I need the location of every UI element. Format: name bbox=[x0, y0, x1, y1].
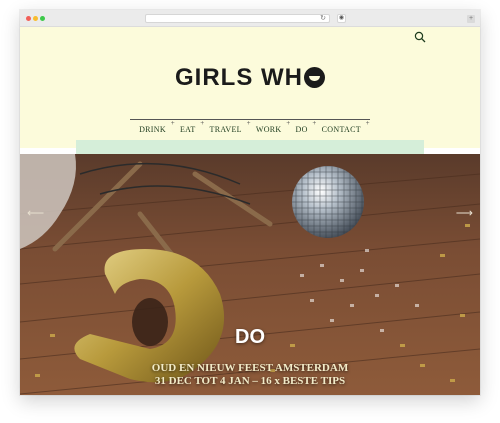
site-header: GIRLS WH DRINK + EAT + TRAVEL + WORK + DO + C… bbox=[20, 27, 480, 148]
slider-next-arrow[interactable]: ⟶ bbox=[456, 206, 473, 220]
search-icon[interactable] bbox=[414, 31, 426, 43]
browser-window: ↻ ◉ + GIRLS WH DRINK + EAT + TRAVEL + WORK +… bbox=[20, 10, 480, 395]
address-bar[interactable]: ↻ bbox=[145, 14, 330, 23]
browser-toolbar: ↻ ◉ + bbox=[20, 10, 480, 27]
main-nav: DRINK + EAT + TRAVEL + WORK + DO + CONTACT + bbox=[20, 119, 480, 134]
nav-item-contact[interactable]: CONTACT + bbox=[321, 119, 370, 134]
nav-item-label: TRAVEL bbox=[209, 125, 242, 134]
minimize-window-button[interactable] bbox=[33, 16, 38, 21]
slide-category[interactable]: DO bbox=[20, 326, 480, 349]
extension-icon[interactable]: ◉ bbox=[337, 14, 346, 23]
nav-item-drink[interactable]: DRINK + bbox=[139, 119, 175, 134]
nav-item-work[interactable]: WORK + bbox=[255, 119, 290, 134]
nav-plus-icon[interactable]: + bbox=[200, 119, 204, 127]
nav-plus-icon[interactable]: + bbox=[286, 119, 290, 127]
nav-item-do[interactable]: DO + bbox=[295, 119, 317, 134]
new-tab-button[interactable]: + bbox=[467, 15, 475, 23]
reload-icon[interactable]: ↻ bbox=[320, 13, 326, 24]
nav-plus-icon[interactable]: + bbox=[247, 119, 251, 127]
slide-title[interactable]: OUD EN NIEUW FEEST AMSTERDAM 31 DEC TOT … bbox=[100, 362, 400, 388]
featured-slider[interactable]: ⟵ ⟶ DO OUD EN NIEUW FEEST AMSTERDAM 31 D… bbox=[20, 154, 480, 395]
maximize-window-button[interactable] bbox=[40, 16, 45, 21]
slide-title-line-2: 31 DEC TOT 4 JAN – 16 x BESTE TIPS bbox=[154, 375, 346, 387]
nav-item-label: DO bbox=[295, 125, 308, 134]
slider-prev-arrow[interactable]: ⟵ bbox=[27, 206, 44, 220]
nav-item-eat[interactable]: EAT + bbox=[179, 119, 204, 134]
hero-image bbox=[20, 154, 480, 395]
site-logo[interactable]: GIRLS WH bbox=[20, 64, 480, 92]
close-window-button[interactable] bbox=[26, 16, 31, 21]
nav-item-label: DRINK bbox=[139, 125, 166, 134]
nav-plus-icon[interactable]: + bbox=[171, 119, 175, 127]
nav-item-label: CONTACT bbox=[321, 125, 361, 134]
logo-o-mark bbox=[304, 67, 325, 88]
logo-text: GIRLS WH bbox=[175, 64, 303, 91]
nav-plus-icon[interactable]: + bbox=[366, 119, 370, 127]
nav-plus-icon[interactable]: + bbox=[312, 119, 316, 127]
accent-band bbox=[76, 140, 424, 154]
nav-item-label: WORK bbox=[255, 125, 282, 134]
nav-item-label: EAT bbox=[179, 125, 196, 134]
slide-title-line-1: OUD EN NIEUW FEEST AMSTERDAM bbox=[151, 362, 349, 374]
nav-item-travel[interactable]: TRAVEL + bbox=[209, 119, 251, 134]
